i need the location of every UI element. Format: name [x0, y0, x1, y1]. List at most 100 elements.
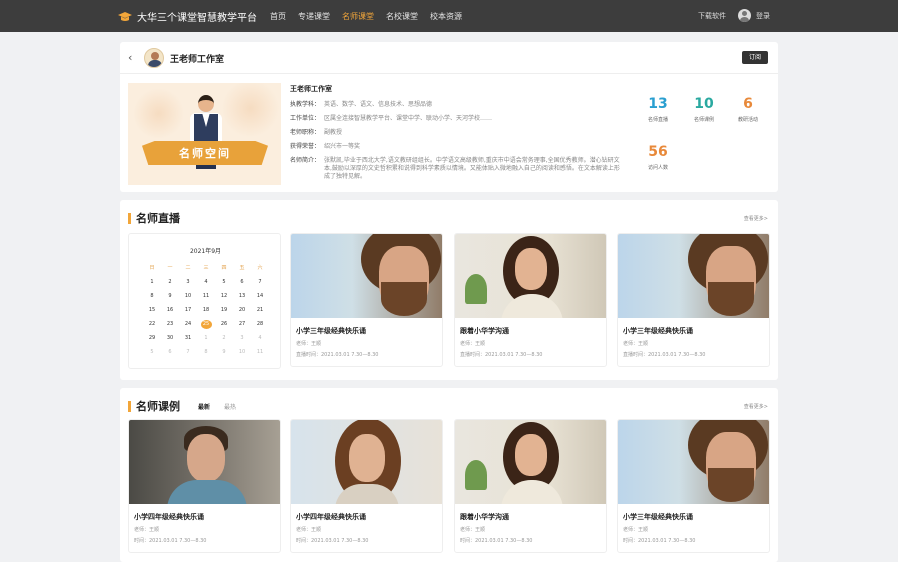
video-thumbnail[interactable]	[291, 420, 442, 504]
card-title[interactable]: 小学四年级经典快乐诵	[134, 512, 280, 522]
calendar-day[interactable]: 23	[161, 320, 179, 329]
live-card[interactable]: 跟着小华学沟通 老师：王顺 直播时间：2021.03.01 7.30—8.30	[454, 233, 607, 367]
calendar-day[interactable]: 24	[179, 320, 197, 329]
calendar-day[interactable]: 2	[215, 334, 233, 343]
calendar-day[interactable]: 2	[161, 278, 179, 287]
brand[interactable]: 大华三个课堂智慧教学平台	[118, 9, 257, 24]
nav-school-resources[interactable]: 校本资源	[430, 11, 462, 22]
calendar-day[interactable]: 11	[197, 292, 215, 301]
calendar-day[interactable]: 9	[215, 348, 233, 357]
video-thumbnail[interactable]	[455, 234, 606, 318]
nav-famous-teacher[interactable]: 名师课堂	[342, 11, 374, 22]
stat-live-count[interactable]: 13 名师直播	[636, 96, 680, 123]
tab-hottest[interactable]: 最热	[224, 402, 236, 411]
calendar-day[interactable]: 29	[143, 334, 161, 343]
view-more-link[interactable]: 查看更多>	[744, 403, 768, 410]
calendar-day[interactable]: 4	[197, 278, 215, 287]
calendar-day[interactable]: 25	[200, 320, 212, 329]
case-card[interactable]: 小学四年级经典快乐诵 老师：王顺 时间：2021.03.01 7.30—8.30	[290, 419, 443, 553]
cases-section: 名师课例 最新 最热 查看更多> 小学四年级经典快乐诵 老师：王顺 时间：202…	[120, 388, 778, 562]
card-title[interactable]: 跟着小华学沟通	[460, 326, 606, 336]
nav-famous-school[interactable]: 名校课堂	[386, 11, 418, 22]
calendar-month: 2021年9月	[189, 248, 222, 255]
calendar-day[interactable]: 3	[233, 334, 251, 343]
info-row: 老师职称： 副教授	[290, 129, 620, 137]
calendar-day[interactable]: 11	[251, 348, 269, 357]
calendar-day[interactable]: 6	[161, 348, 179, 357]
stat-case-count[interactable]: 10 名师课例	[682, 96, 726, 123]
calendar-day[interactable]: 3	[179, 278, 197, 287]
back-arrow-icon[interactable]: ‹	[128, 51, 132, 64]
info-value: 副教授	[324, 129, 343, 136]
calendar-day[interactable]: 27	[233, 320, 251, 329]
calendar-day[interactable]: 7	[179, 348, 197, 357]
calendar-day[interactable]: 26	[215, 320, 233, 329]
calendar-day[interactable]: 21	[251, 306, 269, 315]
weekday-label: 二	[185, 265, 191, 271]
calendar-day[interactable]: 31	[179, 334, 197, 343]
info-value: 英语、数学、语文、信息技术、思想品德	[324, 101, 433, 108]
card-title[interactable]: 跟着小华学沟通	[460, 512, 606, 522]
video-thumbnail[interactable]	[129, 420, 280, 504]
calendar-day[interactable]: 9	[161, 292, 179, 301]
video-thumbnail[interactable]	[618, 420, 769, 504]
calendar-day[interactable]: 6	[233, 278, 251, 287]
nav-home[interactable]: 首页	[270, 11, 286, 22]
calendar-day[interactable]: 19	[215, 306, 233, 315]
card-teacher: 老师：王顺	[296, 527, 322, 533]
card-title[interactable]: 小学三年级经典快乐诵	[296, 326, 442, 336]
view-more-link[interactable]: 查看更多>	[744, 215, 768, 222]
subscribe-button[interactable]: 订阅	[742, 51, 768, 64]
calendar-day[interactable]: 5	[143, 348, 161, 357]
calendar-day[interactable]: 12	[215, 292, 233, 301]
case-card[interactable]: 小学四年级经典快乐诵 老师：王顺 时间：2021.03.01 7.30—8.30	[128, 419, 281, 553]
video-thumbnail[interactable]	[291, 234, 442, 318]
calendar-day[interactable]: 17	[179, 306, 197, 315]
calendar-day[interactable]: 14	[251, 292, 269, 301]
calendar-day[interactable]: 1	[197, 334, 215, 343]
calendar-day[interactable]: 13	[233, 292, 251, 301]
calendar-day[interactable]: 18	[197, 306, 215, 315]
calendar-day[interactable]: 10	[233, 348, 251, 357]
case-tabs: 最新 最热	[198, 402, 236, 411]
info-key: 执教学科：	[290, 101, 321, 108]
calendar-day[interactable]: 8	[197, 348, 215, 357]
info-row: 工作单位： 区属全连接智慧教学平台、课堂中学、联动小学、天河学校……	[290, 115, 620, 123]
calendar-day[interactable]: 1	[143, 278, 161, 287]
calendar-day[interactable]: 10	[179, 292, 197, 301]
tab-latest[interactable]: 最新	[198, 402, 210, 411]
info-value: 张默凯,毕业于西北大学,语文教研组组长。中学语文高级教师,重庆市中语会常务理事,…	[324, 157, 620, 180]
card-title[interactable]: 小学三年级经典快乐诵	[623, 512, 769, 522]
login-link[interactable]: 登录	[756, 11, 770, 21]
calendar-day[interactable]: 20	[233, 306, 251, 315]
card-time: 时间：2021.03.01 7.30—8.30	[296, 538, 369, 544]
download-link[interactable]: 下载软件	[698, 11, 726, 21]
live-card[interactable]: 小学三年级经典快乐诵 老师：王顺 直播时间：2021.03.01 7.30—8.…	[617, 233, 770, 367]
card-teacher: 老师：王顺	[296, 341, 322, 347]
calendar-day[interactable]: 16	[161, 306, 179, 315]
calendar-day[interactable]: 7	[251, 278, 269, 287]
card-title[interactable]: 小学四年级经典快乐诵	[296, 512, 442, 522]
video-thumbnail[interactable]	[618, 234, 769, 318]
calendar-day[interactable]: 15	[143, 306, 161, 315]
nav-relay-class[interactable]: 专递课堂	[298, 11, 330, 22]
case-card[interactable]: 小学三年级经典快乐诵 老师：王顺 时间：2021.03.01 7.30—8.30	[617, 419, 770, 553]
weekday-label: 六	[257, 265, 263, 271]
stat-research-count[interactable]: 6 教研活动	[726, 96, 770, 123]
card-time: 直播时间：2021.03.01 7.30—8.30	[623, 352, 706, 358]
card-teacher: 老师：王顺	[623, 527, 649, 533]
video-thumbnail[interactable]	[455, 420, 606, 504]
info-key: 名师简介：	[290, 157, 321, 164]
section-title: 名师课例	[128, 398, 180, 414]
case-card[interactable]: 跟着小华学沟通 老师：王顺 时间：2021.03.01 7.30—8.30	[454, 419, 607, 553]
calendar-day[interactable]: 4	[251, 334, 269, 343]
card-time: 时间：2021.03.01 7.30—8.30	[623, 538, 696, 544]
user-avatar-icon[interactable]	[738, 9, 751, 22]
live-card[interactable]: 小学三年级经典快乐诵 老师：王顺 直播时间：2021.03.01 7.30—8.…	[290, 233, 443, 367]
calendar-day[interactable]: 28	[251, 320, 269, 329]
calendar-day[interactable]: 8	[143, 292, 161, 301]
calendar-day[interactable]: 30	[161, 334, 179, 343]
card-title[interactable]: 小学三年级经典快乐诵	[623, 326, 769, 336]
calendar-day[interactable]: 22	[143, 320, 161, 329]
calendar-day[interactable]: 5	[215, 278, 233, 287]
